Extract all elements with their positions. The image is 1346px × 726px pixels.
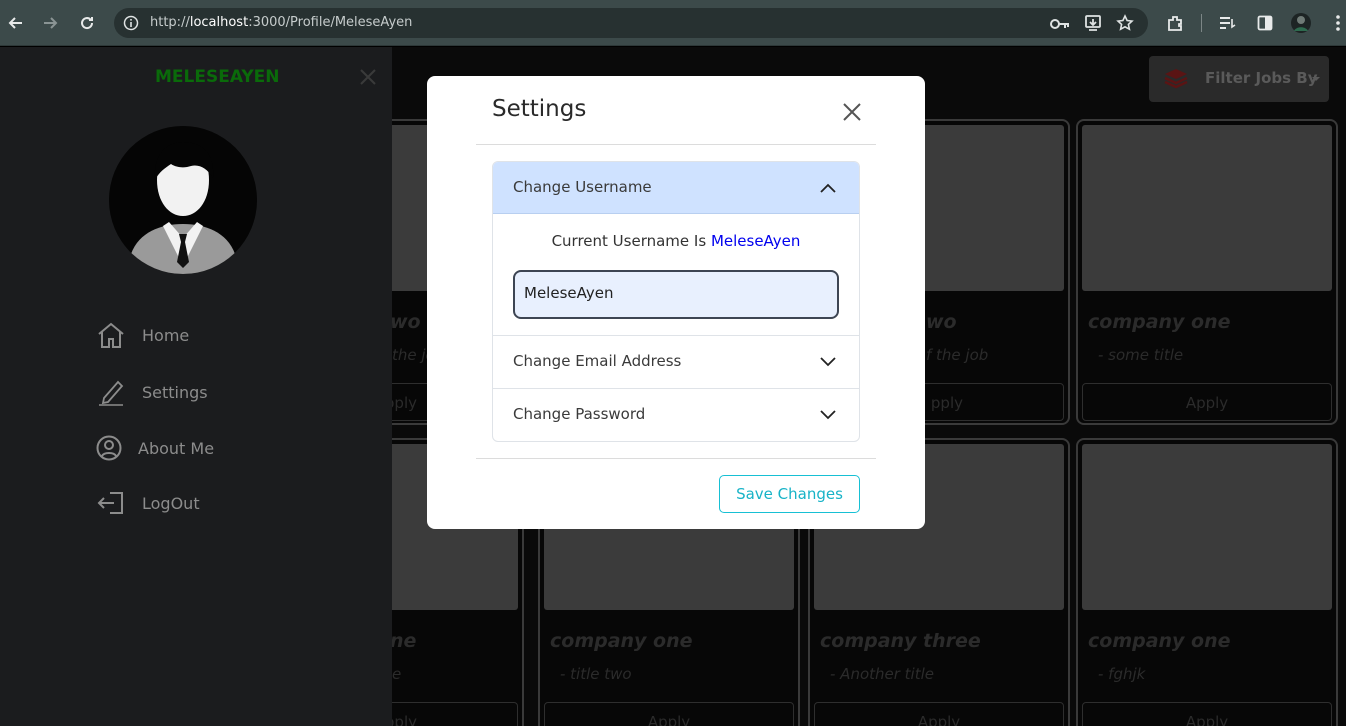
job-card: company one - some title Apply [1076,119,1338,425]
modal-footer-divider [476,458,876,459]
key-icon[interactable] [1050,16,1070,35]
accordion-header-email[interactable]: Change Email Address [493,335,859,387]
close-icon[interactable] [840,100,864,124]
job-title: f the job [926,346,989,364]
apply-button[interactable]: Apply [1082,702,1332,726]
sidebar-username-title: MELESEAYEN [155,67,280,87]
username-input[interactable]: MeleseAyen [513,270,839,319]
avatar [109,126,257,274]
caret-down-icon [1312,77,1320,81]
url-text: http://localhost:3000/Profile/MeleseAyen [150,15,412,30]
address-bar[interactable]: http://localhost:3000/Profile/MeleseAyen [114,8,1148,38]
sidebar-item-label: Home [142,325,190,345]
job-title: - title two [560,665,632,683]
accordion-header-label: Change Email Address [513,352,682,370]
job-illustration [1082,125,1332,291]
current-username-prefix: Current Username Is [551,232,707,250]
modal-header-divider [476,144,876,145]
job-title: - Another title [830,665,935,683]
url-host: localhost [189,15,249,30]
job-company: company one [1088,630,1231,652]
job-title: - some title [1098,346,1184,364]
job-card: company one - fghjk Apply [1076,438,1338,726]
job-title: - fghjk [1098,665,1146,683]
job-title: e [392,665,402,683]
reading-list-icon[interactable] [1215,11,1239,35]
filter-jobs-dropdown[interactable]: Filter Jobs By [1149,56,1329,102]
pencil-icon [99,380,124,406]
job-company: company three [820,630,981,652]
profile-avatar[interactable] [1289,11,1313,35]
current-username-text: Current Username Is MeleseAyen [493,232,859,250]
site-info-icon[interactable] [123,15,139,31]
extensions-icon[interactable] [1163,11,1187,35]
accordion-header-label: Change Username [513,178,652,196]
sidebar: MELESEAYEN Home Settings About Me LogOut [0,47,392,726]
chevron-up-icon [820,183,836,193]
accordion-header-username[interactable]: Change Username [493,162,859,214]
user-circle-icon [96,435,122,461]
reload-icon[interactable] [75,11,99,35]
install-app-icon[interactable] [1084,14,1102,36]
sidebar-item-label: LogOut [142,493,200,513]
side-panel-icon[interactable] [1253,11,1277,35]
sidebar-item-label: Settings [142,382,208,402]
modal-title: Settings [492,96,587,122]
filter-jobs-label: Filter Jobs By [1205,69,1318,87]
forward-arrow-icon[interactable] [38,11,62,35]
apply-button[interactable]: Apply [544,702,794,726]
accordion-header-password[interactable]: Change Password [493,388,859,440]
home-icon [98,322,124,348]
sidebar-item-logout[interactable]: LogOut [96,490,200,516]
settings-accordion: Change Username Current Username Is Mele… [492,161,860,442]
apply-button[interactable]: Apply [1082,383,1332,421]
close-icon[interactable] [358,67,378,87]
apply-button[interactable]: Apply [814,702,1064,726]
job-company: wo [926,311,957,333]
current-username-value: MeleseAyen [710,232,801,250]
sidebar-item-label: About Me [138,438,215,458]
sidebar-item-home[interactable]: Home [96,321,189,349]
url-prefix: http:// [150,15,190,30]
job-company: ne [390,630,417,652]
chevron-down-icon [820,410,836,420]
browser-menu-icon[interactable] [1326,11,1346,35]
toolbar-divider [1201,14,1202,32]
sidebar-item-settings[interactable]: Settings [96,378,208,406]
sidebar-item-about[interactable]: About Me [96,435,214,461]
layers-icon [1163,67,1189,95]
job-company: company one [1088,311,1231,333]
browser-toolbar: http://localhost:3000/Profile/MeleseAyen [0,0,1346,46]
bookmark-star-icon[interactable] [1116,14,1134,36]
job-company: wo [390,311,421,333]
chevron-down-icon [820,357,836,367]
job-company: company one [550,630,693,652]
save-changes-button[interactable]: Save Changes [719,475,860,513]
back-arrow-icon[interactable] [4,11,28,35]
job-illustration [1082,444,1332,610]
logout-icon [97,492,123,514]
settings-modal: Settings Change Username Current Usernam… [427,76,925,529]
accordion-header-label: Change Password [513,405,646,423]
url-path: :3000/Profile/MeleseAyen [248,15,413,30]
